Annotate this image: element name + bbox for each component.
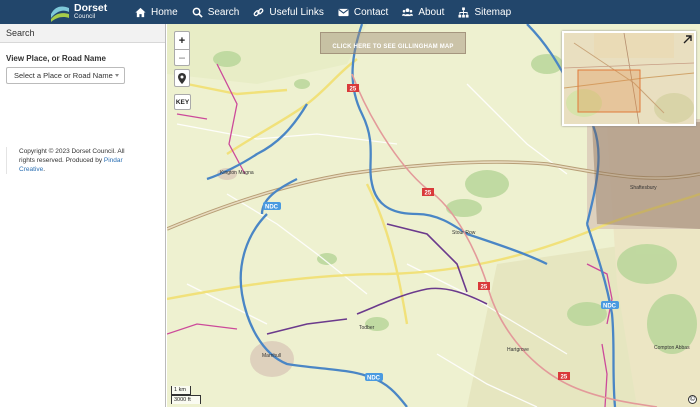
overview-minimap[interactable] [562, 31, 696, 126]
route-badge-25-c: 25 [478, 282, 490, 291]
top-header: Dorset Council Home Search Useful Links … [0, 0, 700, 24]
route-badge-25-b: 25 [422, 188, 434, 197]
nav-contact-label: Contact [353, 6, 389, 18]
users-icon [402, 7, 414, 16]
zoom-out-button[interactable]: − [174, 49, 190, 66]
place-marnhull: Marnhull [262, 353, 281, 359]
nav-home[interactable]: Home [135, 7, 178, 18]
chevron-down-icon [115, 74, 119, 77]
nav-sitemap[interactable]: Sitemap [458, 7, 511, 18]
view-place-label: View Place, or Road Name [6, 54, 106, 63]
route-badge-ndc-b: NDC [601, 301, 619, 310]
route-badge-25-d: 25 [558, 372, 570, 381]
copyright-end: . [43, 166, 46, 173]
logo-title: Dorset [74, 2, 108, 14]
nav-contact[interactable]: Contact [338, 7, 388, 18]
scale-ft: 3000 ft [171, 395, 201, 404]
logo-subtitle: Council [74, 14, 96, 20]
place-todber: Todber [359, 325, 375, 331]
main-nav: Home Search Useful Links Contact About S… [135, 0, 525, 24]
svg-text:25: 25 [425, 191, 432, 197]
place-road-select[interactable]: Select a Place or Road Name [6, 67, 125, 84]
link-icon [253, 7, 264, 16]
svg-text:25: 25 [561, 375, 568, 381]
nav-about[interactable]: About [402, 7, 444, 18]
map-view[interactable]: Kington Magna Shaftesbury Stour Row Todb… [167, 24, 700, 407]
locate-button[interactable] [174, 69, 190, 87]
svg-text:NDC: NDC [367, 376, 381, 382]
route-badge-ndc-a: NDC [263, 202, 281, 211]
attribution-icon[interactable]: © [688, 395, 697, 404]
collapse-arrow-icon[interactable] [683, 35, 692, 44]
nav-useful-links[interactable]: Useful Links [253, 6, 324, 18]
logo-mark-icon [51, 6, 69, 22]
place-shaftesbury: Shaftesbury [630, 185, 657, 191]
place-hartgrove: Hartgrove [507, 347, 529, 353]
sidebar-title: Search [0, 24, 165, 43]
nav-about-label: About [418, 6, 445, 18]
svg-text:25: 25 [481, 285, 488, 291]
nav-useful-links-label: Useful Links [269, 6, 324, 18]
search-icon [192, 7, 203, 18]
copyright-notice: Copyright © 2023 Dorset Council. All rig… [6, 147, 136, 174]
place-road-select-value: Select a Place or Road Name [14, 71, 113, 80]
svg-text:NDC: NDC [265, 205, 279, 211]
scale-km: 1 km [171, 386, 191, 395]
route-badge-25-a: 25 [347, 84, 359, 93]
nav-search-label: Search [207, 6, 240, 18]
search-sidebar: Search View Place, or Road Name Select a… [0, 24, 166, 407]
nav-search[interactable]: Search [192, 6, 240, 18]
svg-text:NDC: NDC [603, 304, 617, 310]
map-scale-bar: 1 km 3000 ft [171, 386, 203, 404]
nav-sitemap-label: Sitemap [474, 6, 512, 18]
svg-text:25: 25 [350, 87, 357, 93]
place-stour-row: Stour Row [452, 230, 476, 236]
envelope-icon [338, 8, 349, 16]
overview-map-image [564, 33, 694, 124]
key-button[interactable]: KEY [174, 94, 191, 110]
nav-home-label: Home [151, 6, 178, 18]
place-compton-abbas: Compton Abbas [654, 345, 690, 351]
home-icon [135, 7, 146, 17]
place-kington-magna: Kington Magna [220, 170, 254, 176]
route-badge-ndc-c: NDC [365, 373, 383, 382]
sitemap-icon [458, 6, 469, 18]
zoom-in-button[interactable]: + [174, 31, 190, 50]
map-pin-icon [178, 72, 186, 84]
gillingham-map-link[interactable]: CLICK HERE TO SEE GILLINGHAM MAP [320, 32, 466, 54]
dorset-council-logo[interactable]: Dorset Council [50, 1, 107, 23]
